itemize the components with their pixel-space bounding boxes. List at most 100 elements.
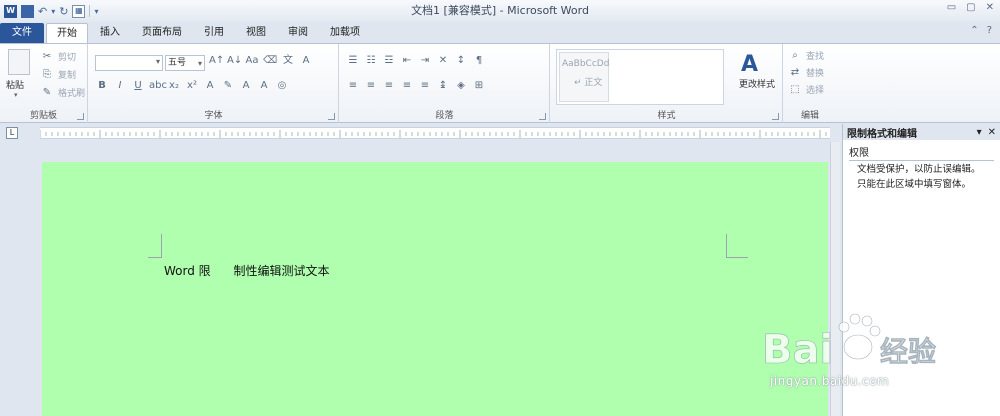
tab-file[interactable]: 文件 bbox=[0, 23, 44, 43]
tab-addins[interactable]: 加载项 bbox=[320, 23, 370, 43]
document-area: Word 限 制性编辑测试文本 bbox=[0, 142, 840, 416]
italic-icon[interactable]: I bbox=[113, 80, 127, 92]
pane-section-heading: 权限 bbox=[849, 144, 994, 161]
styles-launcher-icon[interactable] bbox=[772, 113, 779, 120]
print-preview-icon[interactable]: ▦ bbox=[72, 4, 86, 18]
pane-header: 限制格式和编辑 ▾ ✕ bbox=[843, 124, 1000, 140]
group-label-font: 字体 bbox=[204, 111, 223, 121]
select-button[interactable]: ⬚ 选择 bbox=[788, 83, 824, 97]
group-label-paragraph: 段落 bbox=[435, 111, 454, 121]
close-icon[interactable]: ✕ bbox=[986, 2, 994, 13]
multilevel-list-icon[interactable]: ☲ bbox=[382, 55, 396, 67]
save-icon[interactable] bbox=[21, 4, 34, 18]
increase-indent-icon[interactable]: ⇥ bbox=[418, 55, 432, 67]
line-spacing-icon[interactable]: ↨ bbox=[436, 80, 450, 92]
sort-icon[interactable]: ↕ bbox=[454, 55, 468, 67]
undo-icon[interactable]: ↶ bbox=[38, 5, 47, 18]
tab-insert[interactable]: 插入 bbox=[90, 23, 130, 43]
customize-qat-icon[interactable]: ▾ bbox=[94, 7, 98, 16]
format-painter-label: 格式刷 bbox=[58, 89, 86, 99]
font-name-combo[interactable] bbox=[95, 55, 163, 71]
shading-icon[interactable]: ◈ bbox=[454, 80, 468, 92]
subscript-icon[interactable]: x₂ bbox=[167, 80, 181, 92]
font-size-combo[interactable]: 五号 bbox=[165, 55, 205, 71]
group-label-styles: 样式 bbox=[657, 111, 676, 121]
format-painter-button[interactable]: ✎ 格式刷 bbox=[40, 86, 86, 100]
horizontal-ruler[interactable] bbox=[40, 127, 830, 139]
watermark-url: jingyan.baidu.com bbox=[770, 374, 890, 388]
tab-view[interactable]: 视图 bbox=[236, 23, 276, 43]
paste-button[interactable]: 粘贴 bbox=[6, 78, 24, 91]
copy-button[interactable]: ⎘ 复制 bbox=[40, 68, 77, 82]
strikethrough-icon[interactable]: abc bbox=[149, 80, 167, 92]
tab-references[interactable]: 引用 bbox=[194, 23, 234, 43]
bullets-icon[interactable]: ☰ bbox=[346, 55, 360, 67]
numbering-icon[interactable]: ☷ bbox=[364, 55, 378, 67]
undo-dropdown-icon[interactable]: ▾ bbox=[51, 7, 55, 16]
align-left-icon[interactable]: ≡ bbox=[346, 80, 360, 92]
style-normal[interactable]: AaBbCcDd ↵ 正文 bbox=[559, 52, 609, 102]
crop-mark-right bbox=[726, 234, 748, 258]
font-launcher-icon[interactable] bbox=[328, 113, 335, 120]
align-center-icon[interactable]: ≡ bbox=[364, 80, 378, 92]
enclose-char-icon[interactable]: ◎ bbox=[275, 80, 289, 92]
phonetic-guide-icon[interactable]: 文 bbox=[281, 55, 295, 67]
decrease-indent-icon[interactable]: ⇤ bbox=[400, 55, 414, 67]
tab-home[interactable]: 开始 bbox=[46, 23, 88, 43]
change-styles-button[interactable]: 更改样式 bbox=[739, 77, 775, 90]
font-color-icon[interactable]: A bbox=[239, 80, 253, 92]
char-border-icon[interactable]: A bbox=[299, 55, 313, 67]
chinese-layout-icon[interactable]: ✕ bbox=[436, 55, 450, 67]
group-font: 五号 A↑ A↓ Aa ⌫ 文 A B I U abc x₂ x² A ✎ A … bbox=[89, 44, 339, 123]
paste-dropdown-icon[interactable]: ▾ bbox=[14, 91, 18, 99]
clear-format-icon[interactable]: ⌫ bbox=[263, 55, 277, 67]
pane-message-2: 只能在此区域中填写窗体。 bbox=[857, 179, 972, 190]
quick-access-toolbar: W ↶ ▾ ↻ ▦ ▾ bbox=[0, 4, 98, 18]
document-page[interactable]: Word 限 制性编辑测试文本 bbox=[42, 162, 828, 416]
highlight-icon[interactable]: ✎ bbox=[221, 80, 235, 92]
minimize-ribbon-icon[interactable]: ⌃ bbox=[970, 25, 978, 36]
tab-review[interactable]: 审阅 bbox=[278, 23, 318, 43]
justify-icon[interactable]: ≡ bbox=[400, 80, 414, 92]
grow-font-icon[interactable]: A↑ bbox=[209, 55, 224, 67]
borders-icon[interactable]: ⊞ bbox=[472, 80, 486, 92]
document-text[interactable]: Word 限 制性编辑测试文本 bbox=[164, 262, 330, 279]
show-marks-icon[interactable]: ¶ bbox=[472, 55, 486, 67]
find-button[interactable]: ⌕ 查找 bbox=[788, 49, 824, 63]
help-icon[interactable]: ? bbox=[987, 25, 992, 36]
tab-selector-icon[interactable]: L bbox=[6, 127, 18, 139]
bold-icon[interactable]: B bbox=[95, 80, 109, 92]
align-right-icon[interactable]: ≡ bbox=[382, 80, 396, 92]
word-window: W ↶ ▾ ↻ ▦ ▾ 文档1 [兼容模式] - Microsoft Word … bbox=[0, 0, 1000, 416]
char-shading-icon[interactable]: A bbox=[257, 80, 271, 92]
change-case-icon[interactable]: Aa bbox=[245, 55, 259, 67]
text-effects-icon[interactable]: A bbox=[203, 80, 217, 92]
clipboard-launcher-icon[interactable] bbox=[77, 113, 84, 120]
underline-icon[interactable]: U bbox=[131, 80, 145, 92]
group-styles: AaBbCcDd ↵ 正文 A 更改样式 样式 bbox=[551, 44, 783, 123]
group-label-clipboard: 剪贴板 bbox=[29, 111, 57, 121]
pane-menu-icon[interactable]: ▾ bbox=[977, 127, 982, 138]
replace-button[interactable]: ⇄ 替换 bbox=[788, 66, 824, 80]
redo-icon[interactable]: ↻ bbox=[59, 5, 68, 18]
distributed-icon[interactable]: ≡ bbox=[418, 80, 432, 92]
cut-button[interactable]: ✂ 剪切 bbox=[40, 50, 76, 64]
tab-page-layout[interactable]: 页面布局 bbox=[132, 23, 192, 43]
font-row-top: A↑ A↓ Aa ⌫ 文 A bbox=[209, 55, 313, 67]
paragraph-launcher-icon[interactable] bbox=[539, 113, 546, 120]
restore-icon[interactable]: ▢ bbox=[966, 2, 975, 13]
copy-label: 复制 bbox=[58, 71, 77, 81]
group-label-editing: 编辑 bbox=[800, 111, 819, 121]
superscript-icon[interactable]: x² bbox=[185, 80, 199, 92]
minimize-icon[interactable]: ▭ bbox=[947, 2, 956, 13]
paste-icon bbox=[8, 49, 30, 75]
group-editing: ⌕ 查找 ⇄ 替换 ⬚ 选择 编辑 bbox=[784, 44, 836, 123]
shrink-font-icon[interactable]: A↓ bbox=[227, 55, 242, 67]
font-row-bottom: B I U abc x₂ x² A ✎ A A ◎ bbox=[95, 80, 289, 92]
qat-separator bbox=[89, 5, 91, 17]
ribbon-tabs: 文件 开始 插入 页面布局 引用 视图 审阅 加载项 bbox=[0, 22, 1000, 43]
select-icon: ⬚ bbox=[790, 83, 800, 95]
paragraph-row-bottom: ≡ ≡ ≡ ≡ ≡ ↨ ◈ ⊞ bbox=[346, 80, 486, 92]
word-app-icon[interactable]: W bbox=[4, 4, 17, 18]
pane-close-icon[interactable]: ✕ bbox=[988, 127, 996, 138]
